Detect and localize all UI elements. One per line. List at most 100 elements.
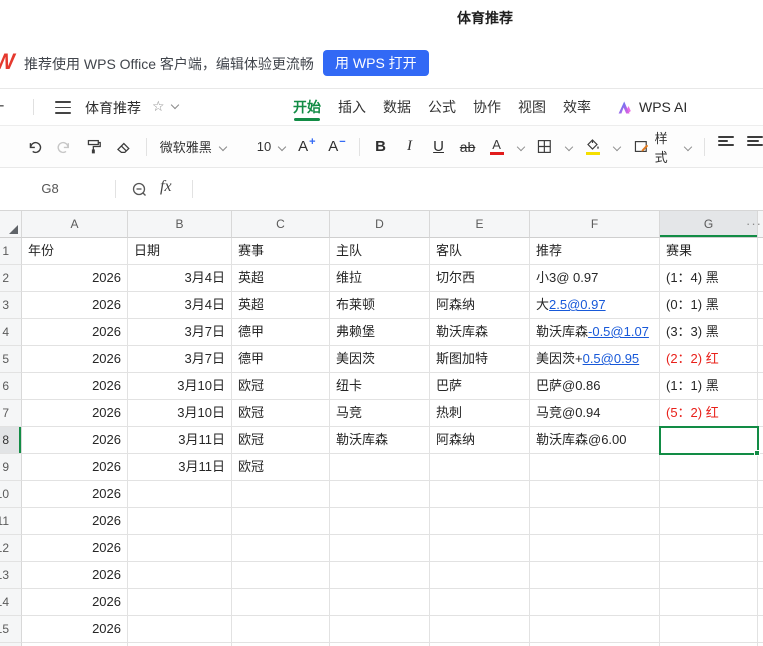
cell-E11[interactable] (430, 508, 530, 535)
cell-C11[interactable] (232, 508, 330, 535)
cell-G8[interactable] (660, 427, 758, 454)
cell-G9[interactable] (660, 454, 758, 481)
formula-input[interactable] (205, 168, 763, 210)
eraser-icon[interactable] (115, 134, 133, 160)
cell-A10[interactable]: 2026 (22, 481, 128, 508)
cell-D1[interactable]: 主队 (330, 238, 430, 265)
cell-F7[interactable]: 马竞@0.94 (530, 400, 660, 427)
tab-数据[interactable]: 数据 (383, 89, 411, 125)
cell-E1[interactable]: 客队 (430, 238, 530, 265)
col-header-D[interactable]: D (330, 211, 430, 238)
cell-C4[interactable]: 德甲 (232, 319, 330, 346)
bold-button[interactable]: B (373, 134, 389, 160)
wps-ai-button[interactable]: WPS AI (618, 99, 687, 115)
row-header-12[interactable]: 12 (0, 535, 22, 562)
col-header-G[interactable]: G (660, 211, 758, 238)
cell-E5[interactable]: 斯图加特 (430, 346, 530, 373)
cell-A13[interactable]: 2026 (22, 562, 128, 589)
cell-G13[interactable] (660, 562, 758, 589)
cell-D12[interactable] (330, 535, 430, 562)
cell-E7[interactable]: 热刺 (430, 400, 530, 427)
underline-button[interactable]: U (431, 134, 447, 160)
cell-D5[interactable]: 美因茨 (330, 346, 430, 373)
align-left-button[interactable] (718, 134, 734, 160)
cell-E3[interactable]: 阿森纳 (430, 292, 530, 319)
cell-C3[interactable]: 英超 (232, 292, 330, 319)
cell-F6[interactable]: 巴萨@0.86 (530, 373, 660, 400)
more-columns-icon[interactable]: ··· (746, 211, 762, 236)
cell-D4[interactable]: 弗赖堡 (330, 319, 430, 346)
cell-A7[interactable]: 2026 (22, 400, 128, 427)
cell-D9[interactable] (330, 454, 430, 481)
font-size-select[interactable]: 10 (257, 139, 287, 154)
cell-E4[interactable]: 勒沃库森 (430, 319, 530, 346)
col-header-A[interactable]: A (22, 211, 128, 238)
cell-G4[interactable]: (3：3) 黑 (660, 319, 758, 346)
italic-button[interactable]: I (402, 134, 418, 160)
cell-D10[interactable] (330, 481, 430, 508)
font-name-select[interactable]: 微软雅黑 (160, 137, 244, 156)
cell-C12[interactable] (232, 535, 330, 562)
tab-协作[interactable]: 协作 (473, 89, 501, 125)
cell-C5[interactable]: 德甲 (232, 346, 330, 373)
hyperlink[interactable]: 2.5@0.97 (549, 297, 606, 312)
cell-B1[interactable]: 日期 (128, 238, 232, 265)
cell-C13[interactable] (232, 562, 330, 589)
cell-E6[interactable]: 巴萨 (430, 373, 530, 400)
cell-F9[interactable] (530, 454, 660, 481)
fill-color-button[interactable] (585, 134, 601, 160)
row-header-4[interactable]: 4 (0, 319, 22, 346)
font-color-chevron-icon[interactable] (516, 142, 525, 151)
col-header-E[interactable]: E (430, 211, 530, 238)
cell-A3[interactable]: 2026 (22, 292, 128, 319)
row-header-8[interactable]: 8 (0, 427, 22, 454)
cell-F1[interactable]: 推荐 (530, 238, 660, 265)
cell-F5[interactable]: 美因茨+0.5@0.95 (530, 346, 660, 373)
increase-font-button[interactable]: A + (298, 134, 315, 160)
tab-视图[interactable]: 视图 (518, 89, 546, 125)
tab-插入[interactable]: 插入 (338, 89, 366, 125)
cell-G6[interactable]: (1：1) 黑 (660, 373, 758, 400)
cell-A12[interactable]: 2026 (22, 535, 128, 562)
row-header-15[interactable]: 15 (0, 616, 22, 643)
favorite-star-icon[interactable]: ☆ (152, 98, 165, 115)
cell-A9[interactable]: 2026 (22, 454, 128, 481)
cell-A8[interactable]: 2026 (22, 427, 128, 454)
font-color-button[interactable]: A (489, 134, 505, 160)
cell-F11[interactable] (530, 508, 660, 535)
cell-A4[interactable]: 2026 (22, 319, 128, 346)
cell-E15[interactable] (430, 616, 530, 643)
document-name[interactable]: 体育推荐 (85, 98, 141, 118)
cell-A14[interactable]: 2026 (22, 589, 128, 616)
cell-A1[interactable]: 年份 (22, 238, 128, 265)
cell-D3[interactable]: 布莱顿 (330, 292, 430, 319)
cell-G11[interactable] (660, 508, 758, 535)
cell-E2[interactable]: 切尔西 (430, 265, 530, 292)
cell-C14[interactable] (232, 589, 330, 616)
cell-B12[interactable] (128, 535, 232, 562)
cell-G1[interactable]: 赛果 (660, 238, 758, 265)
col-header-F[interactable]: F (530, 211, 660, 238)
cell-D8[interactable]: 勒沃库森 (330, 427, 430, 454)
row-header-1[interactable]: 1 (0, 238, 22, 265)
cell-E9[interactable] (430, 454, 530, 481)
cell-F3[interactable]: 大2.5@0.97 (530, 292, 660, 319)
cell-styles-button[interactable]: 样式 (633, 128, 693, 166)
row-header-3[interactable]: 3 (0, 292, 22, 319)
cell-C2[interactable]: 英超 (232, 265, 330, 292)
cell-F13[interactable] (530, 562, 660, 589)
open-in-wps-button[interactable]: 用 WPS 打开 (323, 50, 429, 76)
cell-A6[interactable]: 2026 (22, 373, 128, 400)
cell-G14[interactable] (660, 589, 758, 616)
cell-F8[interactable]: 勒沃库森@6.00 (530, 427, 660, 454)
cell-A11[interactable]: 2026 (22, 508, 128, 535)
strikethrough-button[interactable]: ab (460, 134, 476, 160)
new-tab-icon[interactable]: + (0, 96, 5, 117)
cell-E8[interactable]: 阿森纳 (430, 427, 530, 454)
cell-F12[interactable] (530, 535, 660, 562)
cell-B15[interactable] (128, 616, 232, 643)
cell-C15[interactable] (232, 616, 330, 643)
cell-B2[interactable]: 3月4日 (128, 265, 232, 292)
cell-B14[interactable] (128, 589, 232, 616)
hyperlink[interactable]: 0.5@0.95 (583, 351, 640, 366)
